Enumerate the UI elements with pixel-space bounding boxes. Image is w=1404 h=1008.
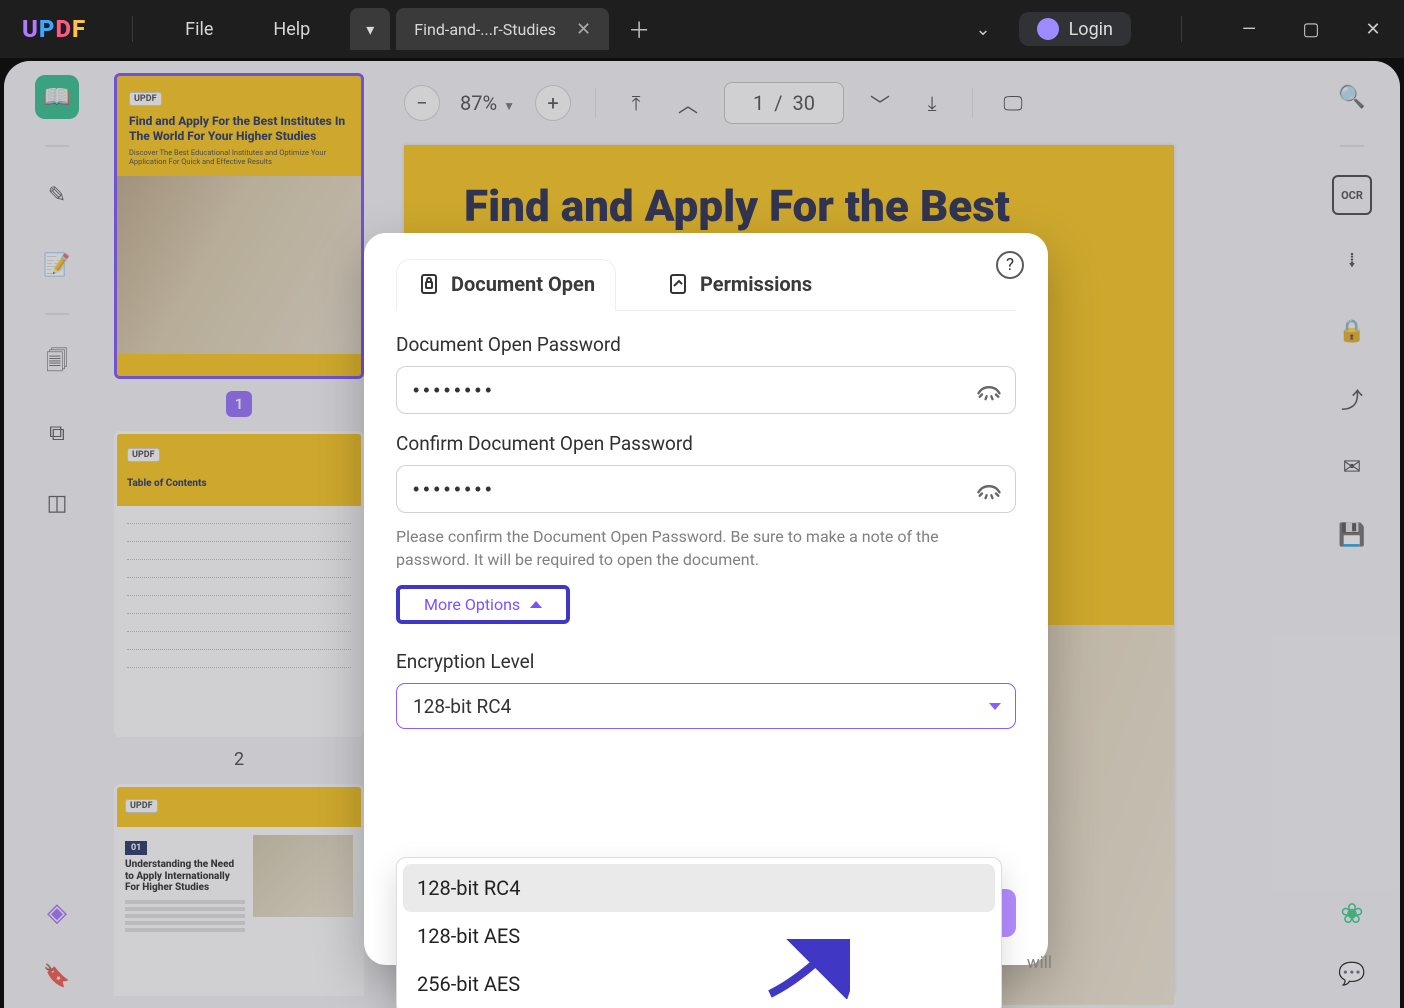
titlebar: UPDF File Help ▾ Find-and-...r-Studies ✕… bbox=[0, 0, 1404, 58]
tab-blank[interactable]: ▾ bbox=[350, 8, 390, 50]
window-minimize-button[interactable]: — bbox=[1232, 12, 1266, 46]
dropdown-option[interactable]: 128-bit AES bbox=[403, 912, 995, 960]
more-options-label: More Options bbox=[424, 595, 520, 614]
avatar-icon bbox=[1037, 18, 1059, 40]
login-label: Login bbox=[1069, 19, 1113, 40]
window-maximize-button[interactable]: ▢ bbox=[1294, 12, 1328, 46]
password-hint: Please confirm the Document Open Passwor… bbox=[396, 525, 1016, 571]
tab-permissions[interactable]: Permissions bbox=[646, 259, 832, 310]
menu-file[interactable]: File bbox=[185, 19, 213, 40]
encryption-select[interactable]: 128-bit RC4 bbox=[396, 683, 1016, 729]
chevron-down-icon: ▾ bbox=[366, 20, 374, 39]
more-options-button[interactable]: More Options bbox=[396, 585, 570, 624]
eye-icon[interactable] bbox=[975, 476, 1003, 504]
encryption-dropdown: 128-bit RC4 128-bit AES 256-bit AES bbox=[396, 857, 1002, 1008]
security-modal: ? Document Open Permissions Document Ope… bbox=[364, 233, 1048, 965]
dropdown-option[interactable]: 256-bit AES bbox=[403, 960, 995, 1008]
encryption-selected: 128-bit RC4 bbox=[413, 695, 511, 718]
cutoff-text: will bbox=[1027, 953, 1052, 973]
tab-document-open[interactable]: Document Open bbox=[396, 259, 616, 311]
divider bbox=[1181, 16, 1182, 42]
chevron-down-icon[interactable]: ⌄ bbox=[976, 19, 991, 40]
caret-down-icon bbox=[989, 703, 1001, 710]
app-logo: UPDF bbox=[22, 15, 86, 43]
new-tab-button[interactable]: ＋ bbox=[621, 11, 657, 47]
help-icon[interactable]: ? bbox=[996, 251, 1024, 279]
login-button[interactable]: Login bbox=[1019, 12, 1131, 46]
close-icon[interactable]: ✕ bbox=[576, 19, 591, 40]
lock-document-icon bbox=[417, 272, 441, 296]
encryption-label: Encryption Level bbox=[396, 650, 1016, 673]
confirm-password-input[interactable] bbox=[413, 479, 967, 500]
divider bbox=[132, 16, 133, 42]
password-label: Document Open Password bbox=[396, 333, 1016, 356]
confirm-password-label: Confirm Document Open Password bbox=[396, 432, 1016, 455]
password-field[interactable] bbox=[396, 366, 1016, 414]
eye-icon[interactable] bbox=[975, 377, 1003, 405]
menu-help[interactable]: Help bbox=[273, 19, 310, 40]
permissions-icon bbox=[666, 272, 690, 296]
password-input[interactable] bbox=[413, 380, 967, 401]
workspace: 📖 ✎ 📝 🗐 ⧉ ◫ ◈ 🔖 🔍 OCR ⭭ 🔒 ⤴ ✉ 💾 ❀ 💬 UPDF bbox=[4, 61, 1400, 1008]
tab-label: Find-and-...r-Studies bbox=[414, 20, 556, 39]
window-close-button[interactable]: ✕ bbox=[1356, 12, 1390, 46]
tab-label: Document Open bbox=[451, 272, 595, 296]
modal-tabs: Document Open Permissions bbox=[396, 259, 1016, 311]
dropdown-option[interactable]: 128-bit RC4 bbox=[403, 864, 995, 912]
document-tab[interactable]: Find-and-...r-Studies ✕ bbox=[396, 8, 609, 50]
caret-up-icon bbox=[530, 601, 542, 608]
confirm-password-field[interactable] bbox=[396, 465, 1016, 513]
tab-label: Permissions bbox=[700, 272, 812, 296]
